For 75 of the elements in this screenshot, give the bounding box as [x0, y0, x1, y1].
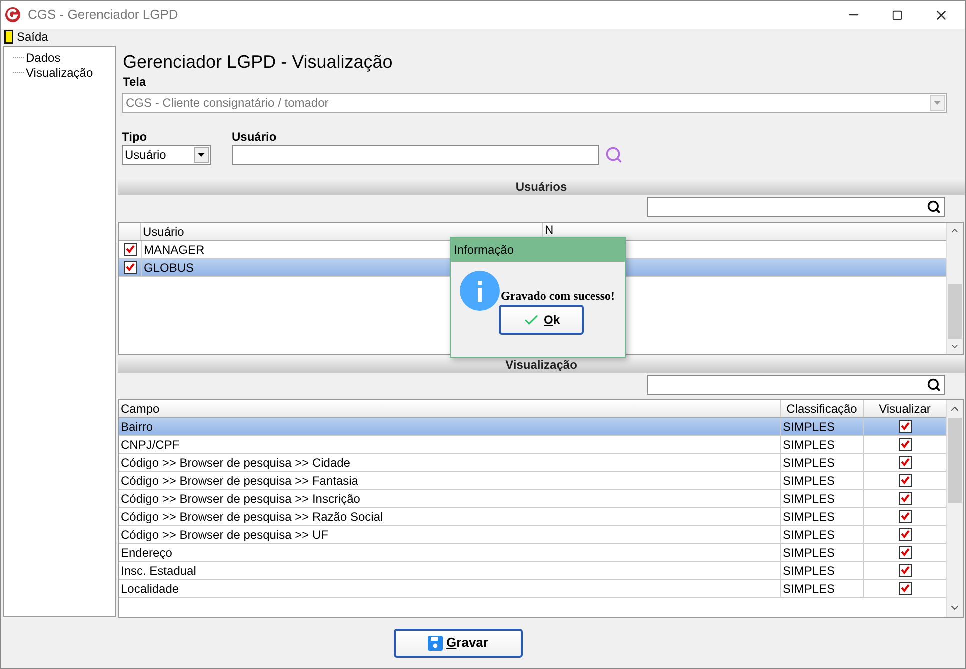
- field-label: Tela: [123, 74, 146, 91]
- table-row[interactable]: Código >> Browser de pesquisa >> Fantasia SIMPLES: [119, 472, 946, 490]
- table-cell: Insc. Estadual: [119, 562, 781, 579]
- tree-item[interactable]: Visualização: [26, 66, 94, 78]
- table-cell: Código >> Browser de pesquisa >> Cidade: [119, 454, 781, 471]
- table-cell: SIMPLES: [781, 580, 864, 597]
- checkbox[interactable]: [898, 510, 912, 523]
- table-cell: Bairro: [119, 418, 781, 435]
- column-header[interactable]: Campo: [119, 400, 781, 417]
- table-cell: SIMPLES: [781, 544, 864, 561]
- table-cell: SIMPLES: [781, 418, 864, 435]
- table-row[interactable]: Insc. Estadual SIMPLES: [119, 562, 946, 580]
- checkbox[interactable]: [898, 438, 912, 451]
- tree-item[interactable]: Dados: [26, 52, 61, 64]
- page-title: Gerenciador LGPD - Visualização: [123, 53, 393, 71]
- menu-item[interactable]: Saída: [1, 29, 52, 45]
- table-row[interactable]: Código >> Browser de pesquisa >> Inscrição SIMPLES: [119, 490, 946, 508]
- checkbox[interactable]: [898, 546, 912, 559]
- table-cell: Localidade: [119, 580, 781, 597]
- table-cell: CNPJ/CPF: [119, 436, 781, 453]
- section-title: Usuários: [516, 178, 568, 196]
- table-row[interactable]: Código >> Browser de pesquisa >> Razão Social SIMPLES: [119, 508, 946, 526]
- table-cell: Código >> Browser de pesquisa >> UF: [119, 526, 781, 543]
- info-icon: [460, 271, 500, 311]
- column-header[interactable]: Classificação: [781, 400, 864, 417]
- dropdown-arrow-icon: [934, 101, 941, 105]
- scrollbar[interactable]: [946, 223, 963, 354]
- table-row[interactable]: CNPJ/CPF SIMPLES: [119, 436, 946, 454]
- table-row[interactable]: Localidade SIMPLES: [119, 580, 946, 598]
- column-header[interactable]: N: [543, 223, 946, 240]
- door-icon: [4, 30, 13, 44]
- table-cell: Endereço: [119, 544, 781, 561]
- dialog-message: Gravado com sucesso!: [501, 288, 615, 305]
- field-label: Tipo: [122, 129, 148, 143]
- save-button[interactable]: Gravar: [394, 628, 522, 658]
- search-icon[interactable]: [927, 378, 941, 392]
- maximize-icon[interactable]: [892, 10, 903, 20]
- checkbox[interactable]: [898, 420, 912, 433]
- type-select[interactable]: Usuário: [122, 145, 211, 165]
- table-cell: Código >> Browser de pesquisa >> Inscrição: [119, 490, 781, 507]
- scrollbar[interactable]: [946, 400, 963, 617]
- section-title: Visualização: [506, 356, 578, 374]
- table-cell: Código >> Browser de pesquisa >> Fantasia: [119, 472, 781, 489]
- window-title: CGS - Gerenciador LGPD: [28, 6, 180, 24]
- table-cell: SIMPLES: [781, 436, 864, 453]
- search-field[interactable]: [647, 375, 945, 395]
- table-cell: SIMPLES: [781, 472, 864, 489]
- field-label: Usuário: [232, 129, 278, 143]
- dropdown-arrow-icon: [198, 153, 205, 157]
- search-icon[interactable]: [927, 200, 941, 214]
- ok-button[interactable]: Ok: [499, 305, 584, 335]
- table-row[interactable]: Endereço SIMPLES: [119, 544, 946, 562]
- screen-select[interactable]: CGS - Cliente consignatário / tomador: [122, 93, 947, 113]
- table-cell: SIMPLES: [781, 508, 864, 525]
- table-row[interactable]: Bairro SIMPLES: [119, 418, 946, 436]
- search-field[interactable]: [647, 197, 945, 217]
- user-field[interactable]: [232, 145, 599, 165]
- table-cell: SIMPLES: [781, 526, 864, 543]
- checkbox[interactable]: [124, 243, 136, 256]
- checkbox[interactable]: [898, 564, 912, 577]
- table-cell: SIMPLES: [781, 454, 864, 471]
- checkbox[interactable]: [898, 456, 912, 469]
- checkbox[interactable]: [898, 474, 912, 487]
- checkbox[interactable]: [898, 528, 912, 541]
- table-cell: Código >> Browser de pesquisa >> Razão Social: [119, 508, 781, 525]
- dialog-title: Informação: [454, 242, 514, 259]
- table-row[interactable]: Código >> Browser de pesquisa >> Cidade SIMPLES: [119, 454, 946, 472]
- checkbox[interactable]: [898, 492, 912, 505]
- table-cell: SIMPLES: [781, 490, 864, 507]
- app-logo-icon: [5, 7, 21, 23]
- checkbox[interactable]: [124, 261, 136, 274]
- checkbox[interactable]: [898, 582, 912, 595]
- column-header[interactable]: Visualizar: [864, 400, 946, 417]
- table-cell: SIMPLES: [781, 562, 864, 579]
- table-row[interactable]: Código >> Browser de pesquisa >> UF SIMPLES: [119, 526, 946, 544]
